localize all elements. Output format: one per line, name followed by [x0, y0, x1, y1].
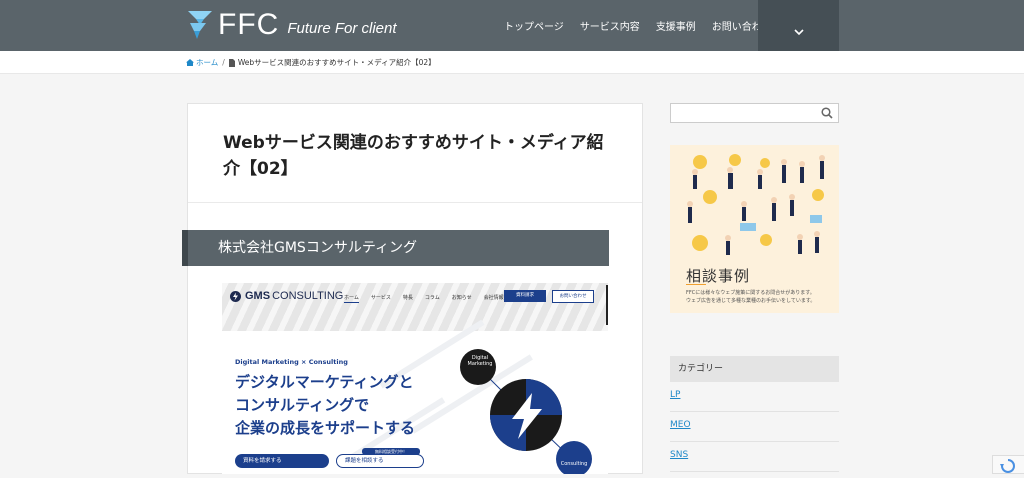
lightning-logo-icon	[230, 290, 241, 302]
breadcrumb-current: Webサービス関連のおすすめサイト・メディア紹介【02】	[237, 58, 436, 67]
gms-nav-company: 会社情報	[483, 295, 504, 301]
gms-nav-column: コラム	[424, 295, 440, 301]
main-nav: トップページ サービス内容 支援事例 お問い合わせ	[504, 0, 788, 51]
gms-logo-bold: GMS	[245, 290, 271, 302]
recaptcha-icon	[1000, 459, 1015, 473]
gms-header: GMS CONSULTING ホーム サービス 特長 コラム お知らせ 会社情報…	[222, 283, 608, 331]
gms-nav-service: サービス	[370, 295, 391, 301]
search-icon[interactable]	[821, 107, 833, 119]
category-link-lp[interactable]: LP	[670, 382, 839, 412]
breadcrumb-separator: /	[222, 58, 225, 67]
banner-underline	[686, 284, 706, 285]
site-header: FFC Future For client トップページ サービス内容 支援事例…	[0, 0, 1024, 51]
nav-top[interactable]: トップページ	[504, 18, 564, 33]
search-input[interactable]	[670, 103, 839, 123]
home-icon	[186, 59, 194, 66]
gms-nav-news: お知らせ	[451, 295, 472, 301]
gms-hero: Digital Marketing × Consulting デジタルマーケティ…	[222, 319, 608, 474]
circle-top-label: Digital Marketing	[465, 355, 495, 367]
file-icon	[228, 58, 235, 67]
section-heading: 株式会社GMSコンサルティング	[182, 230, 609, 266]
gms-nav-features: 特長	[402, 295, 413, 301]
banner-text: FFCには様々なウェブ施策に関するお問合せがあります。 ウェブ広告を通じて多種な…	[686, 289, 826, 305]
gms-cta-request: 資料を請求する	[235, 454, 329, 468]
gms-headline-line: デジタルマーケティングと	[235, 373, 414, 391]
breadcrumb-home-label: ホーム	[196, 58, 219, 67]
category-link-sns[interactable]: SNS	[670, 442, 839, 472]
gms-contact-button: お問い合わせ	[552, 290, 594, 303]
gms-headline: デジタルマーケティングと コンサルティングで 企業の成長をサポートする	[235, 371, 415, 440]
banner-title: 相談事例	[686, 267, 751, 285]
breadcrumb-home[interactable]: ホーム	[186, 57, 218, 68]
business-people-illustration	[687, 154, 825, 255]
logo-tagline: Future For client	[287, 19, 397, 37]
breadcrumb: ホーム / Webサービス関連のおすすめサイト・メディア紹介【02】	[186, 57, 436, 68]
circle-top-label-line: Marketing	[467, 361, 493, 367]
site-logo[interactable]: FFC Future For client	[186, 9, 397, 41]
category-link-meo[interactable]: MEO	[670, 412, 839, 442]
recaptcha-badge[interactable]	[992, 455, 1024, 474]
consulting-circle	[556, 441, 592, 474]
gms-logo-rest: CONSULTING	[272, 290, 344, 302]
gms-request-button: 資料請求	[504, 290, 546, 302]
gms-cta-consult: 課題を相談する	[336, 454, 424, 468]
chevron-down-icon	[793, 29, 804, 36]
gms-subtitle: Digital Marketing × Consulting	[235, 358, 348, 366]
gms-headline-line: 企業の成長をサポートする	[235, 419, 416, 437]
category-heading: カテゴリー	[670, 356, 839, 382]
breadcrumb-bar: ホーム / Webサービス関連のおすすめサイト・メディア紹介【02】	[0, 51, 1024, 74]
consultation-cases-banner[interactable]: 相談事例 FFCには様々なウェブ施策に関するお問合せがあります。 ウェブ広告を通…	[670, 145, 839, 313]
article-title: Webサービス関連のおすすめサイト・メディア紹介【02】	[223, 133, 604, 179]
gms-nav-home: ホーム	[344, 295, 359, 303]
gms-logo: GMS CONSULTING	[230, 290, 343, 302]
gms-site-screenshot[interactable]: GMS CONSULTING ホーム サービス 特長 コラム お知らせ 会社情報…	[222, 283, 608, 474]
nav-services[interactable]: サービス内容	[580, 18, 640, 33]
title-divider	[188, 202, 642, 203]
nav-cases[interactable]: 支援事例	[656, 18, 696, 33]
banner-text-line: FFCには様々なウェブ施策に関するお問合せがあります。	[686, 290, 815, 296]
gms-headline-line: コンサルティングで	[235, 396, 370, 414]
circle-bottom-label: Consulting	[560, 461, 588, 467]
banner-text-line: ウェブ広告を通じて多種な業種のお手伝いをしています。	[686, 298, 816, 304]
logo-text: FFC	[218, 8, 280, 41]
menu-toggle-button[interactable]	[758, 0, 839, 51]
gms-nav: ホーム サービス 特長 コラム お知らせ 会社情報	[344, 294, 516, 303]
logo-mark-icon	[188, 11, 212, 39]
